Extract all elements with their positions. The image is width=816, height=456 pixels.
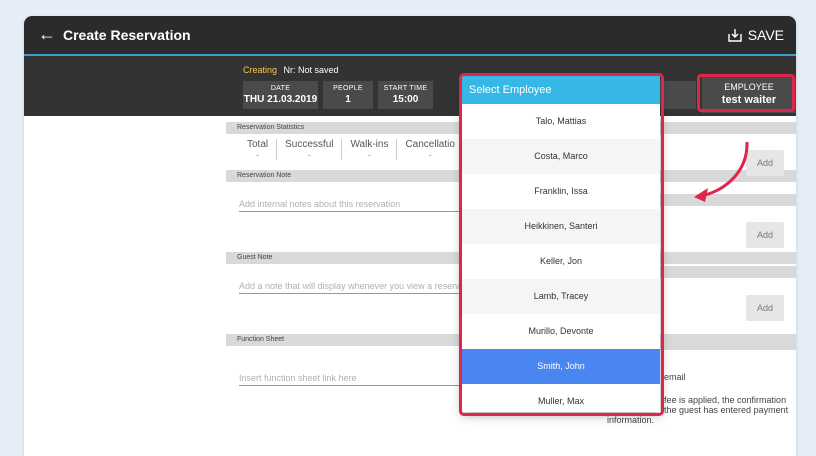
annotation-arrow-icon <box>694 141 749 202</box>
